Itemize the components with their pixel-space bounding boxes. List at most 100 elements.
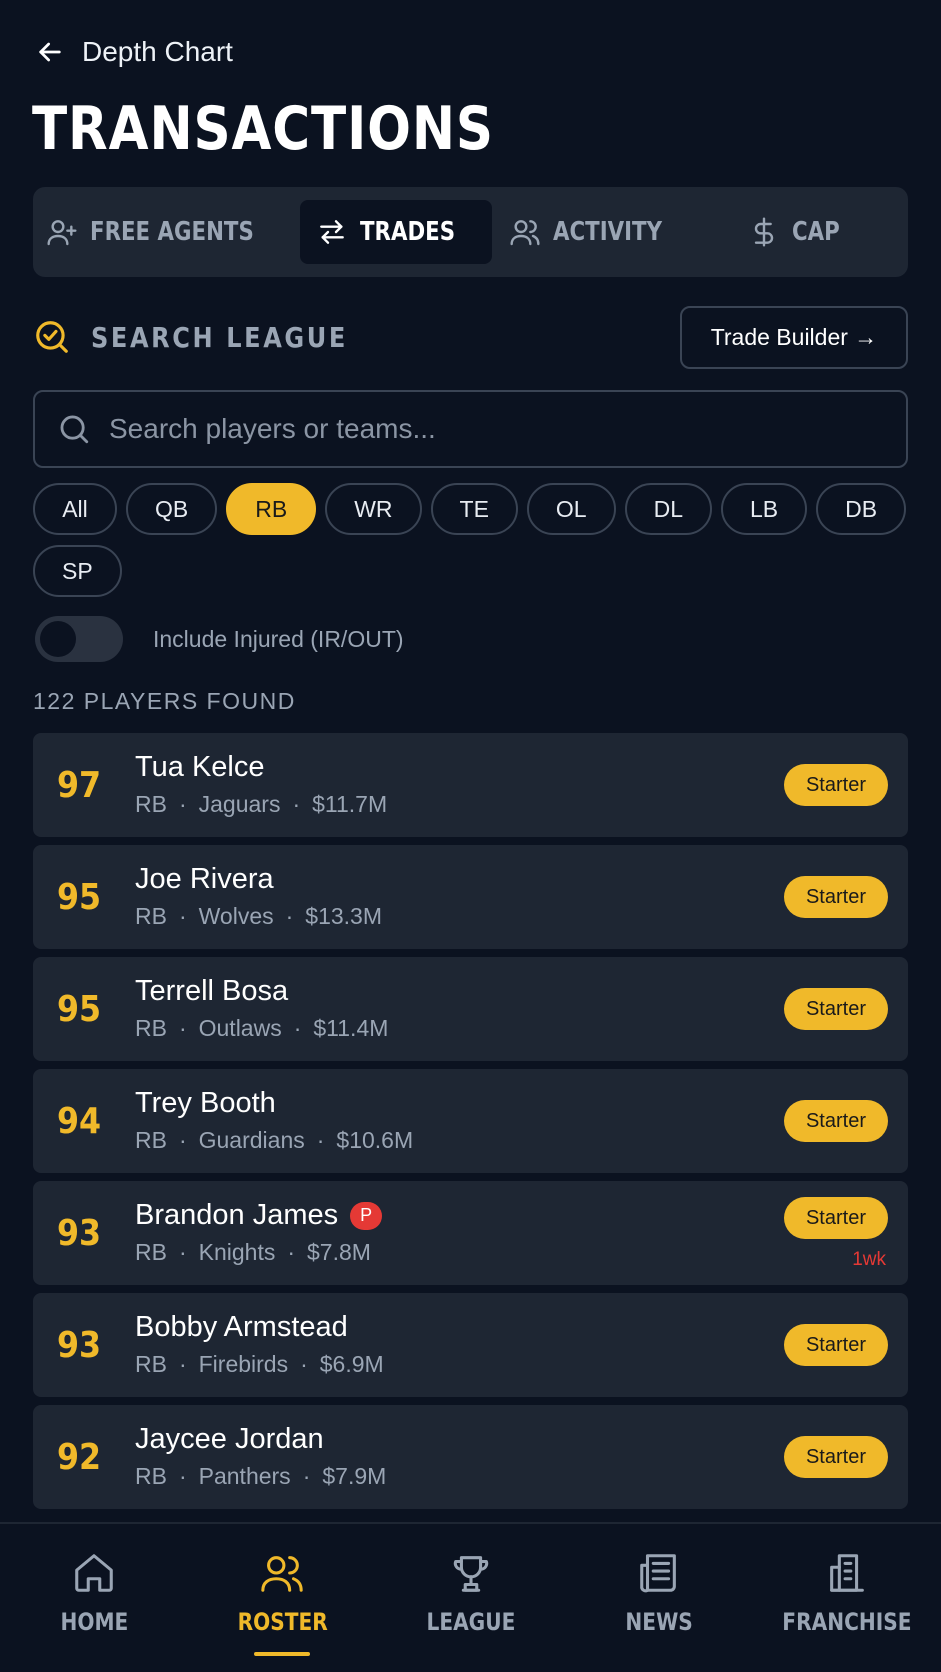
filter-chip-dl[interactable]: DL <box>624 483 712 535</box>
filter-chip-lb[interactable]: LB <box>721 483 808 535</box>
separator-dot: · <box>287 1239 296 1265</box>
nav-label: NEWS <box>624 1608 693 1636</box>
player-meta: RB · Knights · $7.8M <box>135 1239 371 1266</box>
player-row[interactable]: 94 Trey Booth RB · Guardians · $10.6M Starte… <box>33 1069 908 1173</box>
status-badge: Starter <box>783 1100 888 1142</box>
search-input[interactable] <box>109 413 849 445</box>
player-rating: 95 <box>57 876 102 918</box>
tab-activity[interactable]: ACTIVITY <box>502 200 694 264</box>
include-injured-toggle[interactable] <box>35 616 123 662</box>
status-badge: Starter <box>783 1324 888 1366</box>
status-badge: Starter <box>783 764 888 806</box>
trophy-icon <box>453 1556 488 1592</box>
player-position: RB <box>135 1463 167 1489</box>
player-name: Joe Rivera <box>135 863 274 896</box>
player-name: Trey Booth <box>135 1087 276 1120</box>
dollar-icon <box>754 217 774 247</box>
nav-franchise[interactable]: FRANCHISE <box>753 1524 941 1672</box>
player-position: RB <box>135 903 167 929</box>
player-row[interactable]: 92 Jaycee Jordan RB · Panthers · $7.9M Start… <box>33 1405 908 1509</box>
player-name: Bobby Armstead <box>135 1311 348 1344</box>
player-team: Jaguars <box>198 791 281 817</box>
tab-cap[interactable]: CAP <box>703 200 895 264</box>
search-league-header: SEARCH LEAGUE <box>33 318 390 356</box>
player-rating: 95 <box>57 988 102 1030</box>
player-meta: RB · Panthers · $7.9M <box>135 1463 386 1490</box>
player-row[interactable]: 93 Brandon James P RB · Knights · $7.8M Start… <box>33 1181 908 1285</box>
practice-squad-badge: P <box>350 1201 383 1230</box>
nav-label: LEAGUE <box>426 1608 515 1636</box>
injury-duration: 1wk <box>852 1249 886 1270</box>
search-league-title: SEARCH LEAGUE <box>91 320 348 354</box>
filter-chip-db[interactable]: DB <box>816 483 907 535</box>
player-salary: $10.6M <box>336 1127 414 1153</box>
nav-label: FRANCHISE <box>782 1608 912 1636</box>
player-row[interactable]: 95 Terrell Bosa RB · Outlaws · $11.4M Starte… <box>33 957 908 1061</box>
player-rating: 94 <box>57 1100 102 1142</box>
player-name-text: Terrell Bosa <box>135 975 289 1007</box>
nav-label: ROSTER <box>237 1608 328 1636</box>
nav-home[interactable]: HOME <box>0 1524 188 1672</box>
newspaper-icon <box>639 1554 676 1593</box>
player-name-text: Joe Rivera <box>135 863 274 895</box>
swap-arrows-icon <box>319 220 344 244</box>
player-rating: 97 <box>57 764 102 806</box>
player-row[interactable]: 95 Joe Rivera RB · Wolves · $13.3M Starter <box>33 845 908 949</box>
player-name-text: Trey Booth <box>135 1087 276 1119</box>
building-icon <box>830 1554 864 1592</box>
tab-label: ACTIVITY <box>552 217 662 247</box>
nav-news[interactable]: NEWS <box>565 1524 753 1672</box>
filter-chip-te[interactable]: TE <box>430 483 518 535</box>
filter-chip-rb[interactable]: RB <box>226 483 317 535</box>
nav-roster[interactable]: ROSTER <box>188 1524 376 1672</box>
player-name: Tua Kelce <box>135 751 265 784</box>
separator-dot: · <box>285 903 294 929</box>
player-name-text: Bobby Armstead <box>135 1311 348 1343</box>
filter-chip-qb[interactable]: QB <box>126 483 218 535</box>
filter-chip-wr[interactable]: WR <box>325 483 422 535</box>
player-position: RB <box>135 1015 167 1041</box>
player-row[interactable]: 93 Bobby Armstead RB · Firebirds · $6.9M Sta… <box>33 1293 908 1397</box>
player-name: Jaycee Jordan <box>135 1423 324 1456</box>
back-label: Depth Chart <box>82 36 233 67</box>
player-salary: $11.4M <box>313 1015 389 1041</box>
back-link[interactable]: Depth Chart <box>34 30 233 74</box>
separator-dot: · <box>302 1463 311 1489</box>
search-field[interactable] <box>33 390 908 468</box>
player-meta: RB · Jaguars · $11.7M <box>135 791 387 818</box>
trade-builder-button[interactable]: Trade Builder → <box>680 306 908 369</box>
player-meta: RB · Guardians · $10.6M <box>135 1127 413 1154</box>
separator-dot: · <box>178 791 187 817</box>
nav-league[interactable]: LEAGUE <box>376 1524 564 1672</box>
filter-chip-all[interactable]: All <box>33 483 117 535</box>
tab-trades[interactable]: TRADES <box>299 200 492 264</box>
status-badge: Starter <box>783 988 888 1030</box>
player-team: Guardians <box>198 1127 305 1153</box>
home-icon <box>75 1554 113 1592</box>
player-row[interactable]: 97 Tua Kelce RB · Jaguars · $11.7M Starter <box>33 733 908 837</box>
player-name: Terrell Bosa <box>135 975 288 1008</box>
player-meta: RB · Outlaws · $11.4M <box>135 1015 388 1042</box>
player-team: Outlaws <box>198 1015 282 1041</box>
filter-chip-ol[interactable]: OL <box>526 483 616 535</box>
separator-dot: · <box>178 1463 187 1489</box>
player-salary: $7.9M <box>322 1463 387 1489</box>
status-badge: Starter <box>783 1436 888 1478</box>
user-plus-icon <box>47 220 77 246</box>
filter-chip-sp[interactable]: SP <box>33 545 122 597</box>
search-icon <box>60 415 89 444</box>
separator-dot: · <box>178 1239 187 1265</box>
player-name-text: Tua Kelce <box>135 751 265 783</box>
player-position: RB <box>135 1351 167 1377</box>
separator-dot: · <box>178 903 187 929</box>
toggle-knob <box>40 621 76 657</box>
player-position: RB <box>135 791 167 817</box>
tab-label: FREE AGENTS <box>90 217 254 247</box>
player-team: Wolves <box>198 903 274 929</box>
transaction-tabs: FREE AGENTS TRADES ACTIVITY CAP <box>33 187 908 277</box>
separator-dot: · <box>178 1015 187 1041</box>
separator-dot: · <box>300 1351 308 1377</box>
player-name-text: Brandon James <box>135 1199 339 1231</box>
tab-free-agents[interactable]: FREE AGENTS <box>46 200 290 264</box>
users-icon <box>261 1556 303 1592</box>
